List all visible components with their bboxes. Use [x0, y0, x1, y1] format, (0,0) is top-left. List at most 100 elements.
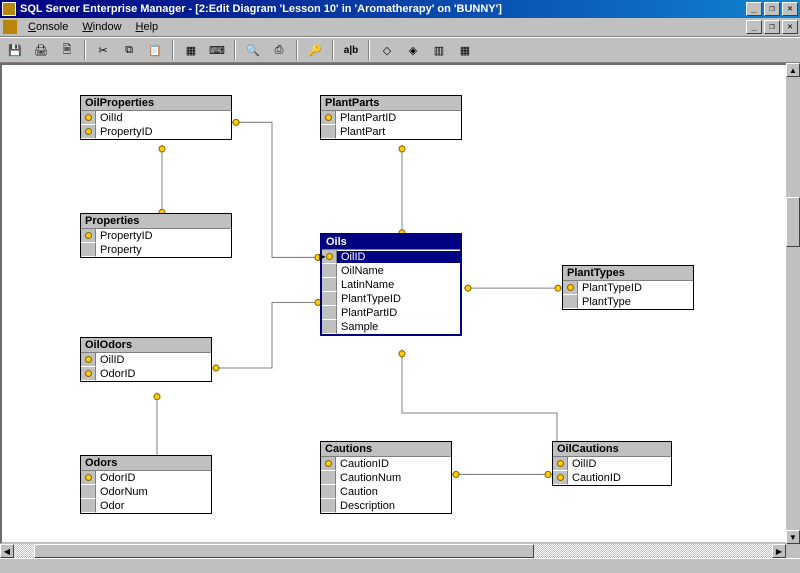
- vertical-scrollbar[interactable]: ▲ ▼: [786, 63, 800, 544]
- table-column-row[interactable]: OilID: [553, 457, 671, 471]
- primary-key-icon: [321, 111, 336, 125]
- cut-button[interactable]: ✂: [92, 40, 114, 61]
- table-column-row[interactable]: OilID: [322, 250, 460, 264]
- table-column-row[interactable]: CautionNum: [321, 471, 451, 485]
- minimize-button[interactable]: _: [746, 2, 762, 16]
- app-icon: [2, 2, 16, 16]
- table-planttypes[interactable]: PlantTypesPlantTypeIDPlantType: [562, 265, 694, 310]
- table-column-row[interactable]: OilId: [81, 111, 231, 125]
- table-column-row[interactable]: PlantPart: [321, 125, 461, 139]
- table-properties[interactable]: PropertiesPropertyIDProperty: [80, 213, 232, 258]
- table-column-row[interactable]: OilName: [322, 264, 460, 278]
- table-header[interactable]: OilOdors: [81, 338, 211, 353]
- table-cautions[interactable]: CautionsCautionIDCautionNumCautionDescri…: [320, 441, 452, 514]
- table-oils[interactable]: OilsOilIDOilNameLatinNamePlantTypeID Plan…: [320, 233, 462, 336]
- column-icon: [322, 306, 337, 320]
- scroll-track-h[interactable]: [14, 544, 772, 558]
- primary-key-icon: [81, 125, 96, 139]
- column-name: OilID: [96, 354, 211, 366]
- table-column-row[interactable]: PlantPartID: [321, 111, 461, 125]
- table-column-row[interactable]: OilID: [81, 353, 211, 367]
- table-column-row[interactable]: OdorID: [81, 471, 211, 485]
- table-column-row[interactable]: Odor: [81, 499, 211, 513]
- save-button[interactable]: 💾: [4, 40, 26, 61]
- table-column-row[interactable]: Property: [81, 243, 231, 257]
- properties-button[interactable]: ⌨: [206, 40, 228, 61]
- print-button[interactable]: 🖨: [30, 40, 52, 61]
- scroll-up-button[interactable]: ▲: [786, 63, 800, 77]
- table-column-row[interactable]: LatinName: [322, 278, 460, 292]
- table-header[interactable]: PlantTypes: [563, 266, 693, 281]
- text-annotation-button[interactable]: a|b: [340, 40, 362, 61]
- zoom-button[interactable]: 🔍: [242, 40, 264, 61]
- column-name: OdorID: [96, 472, 211, 484]
- column-name: PlantTypeID: [337, 293, 460, 305]
- mdi-minimize-button[interactable]: _: [746, 20, 762, 34]
- separator: [172, 40, 174, 60]
- column-name: OilName: [337, 265, 460, 277]
- table-view-button[interactable]: ◈: [402, 40, 424, 61]
- table-column-row[interactable]: PlantType: [563, 295, 693, 309]
- menu-window[interactable]: Window: [75, 19, 128, 35]
- diagram-canvas-wrap: OilPropertiesOilIdPropertyIDPropertiesPr…: [0, 63, 800, 544]
- table-header[interactable]: OilCautions: [553, 442, 671, 457]
- grid-button[interactable]: ▦: [454, 40, 476, 61]
- scroll-down-button[interactable]: ▼: [786, 530, 800, 544]
- diagram-canvas[interactable]: OilPropertiesOilIdPropertyIDPropertiesPr…: [2, 65, 798, 542]
- table-oilcautions[interactable]: OilCautionsOilIDCautionID: [552, 441, 672, 486]
- page-break-button[interactable]: ⎙: [268, 40, 290, 61]
- primary-key-button[interactable]: 🔑: [304, 40, 326, 61]
- new-table-button[interactable]: ▦: [180, 40, 202, 61]
- table-column-row[interactable]: OdorID: [81, 367, 211, 381]
- horizontal-scrollbar[interactable]: ◀ ▶: [0, 544, 786, 558]
- table-column-row[interactable]: PlantTypeID: [563, 281, 693, 295]
- scroll-thumb-h[interactable]: [34, 544, 534, 558]
- table-header[interactable]: Oils: [322, 235, 460, 250]
- separator: [84, 40, 86, 60]
- primary-key-icon: [322, 250, 337, 264]
- table-column-row[interactable]: CautionID: [553, 471, 671, 485]
- table-oilodors[interactable]: OilOdorsOilIDOdorID: [80, 337, 212, 382]
- column-name: OdorNum: [96, 486, 211, 498]
- menu-app-icon[interactable]: [3, 20, 17, 34]
- copy-button[interactable]: ⧉: [118, 40, 140, 61]
- separator: [332, 40, 334, 60]
- table-column-row[interactable]: PropertyID: [81, 125, 231, 139]
- status-bar: [0, 558, 800, 573]
- scroll-thumb-v[interactable]: [786, 197, 800, 247]
- window-title: SQL Server Enterprise Manager - [2:Edit …: [20, 3, 746, 15]
- scroll-left-button[interactable]: ◀: [0, 544, 14, 558]
- primary-key-icon: [563, 281, 578, 295]
- table-column-row[interactable]: OdorNum: [81, 485, 211, 499]
- mdi-restore-button[interactable]: ❐: [764, 20, 780, 34]
- table-plantparts[interactable]: PlantPartsPlantPartIDPlantPart: [320, 95, 462, 140]
- paste-button[interactable]: 📋: [144, 40, 166, 61]
- table-column-row[interactable]: CautionID: [321, 457, 451, 471]
- mdi-close-button[interactable]: ✕: [782, 20, 798, 34]
- menu-help[interactable]: Help: [129, 19, 166, 35]
- column-name: PlantPartID: [337, 307, 460, 319]
- arrange-button[interactable]: ▥: [428, 40, 450, 61]
- table-column-row[interactable]: PropertyID: [81, 229, 231, 243]
- table-header[interactable]: Properties: [81, 214, 231, 229]
- maximize-button[interactable]: ❐: [764, 2, 780, 16]
- print-preview-button[interactable]: 🗎: [56, 40, 78, 61]
- close-button[interactable]: ✕: [782, 2, 798, 16]
- table-column-row[interactable]: PlantPartID: [322, 306, 460, 320]
- table-column-row[interactable]: Description: [321, 499, 451, 513]
- column-name: Description: [336, 500, 451, 512]
- table-oilproperties[interactable]: OilPropertiesOilIdPropertyID: [80, 95, 232, 140]
- table-column-row[interactable]: Caution: [321, 485, 451, 499]
- table-column-row[interactable]: PlantTypeID: [322, 292, 460, 306]
- column-icon: [321, 471, 336, 485]
- menu-console[interactable]: Console: [21, 19, 75, 35]
- scroll-right-button[interactable]: ▶: [772, 544, 786, 558]
- table-header[interactable]: OilProperties: [81, 96, 231, 111]
- column-name: CautionID: [568, 472, 671, 484]
- table-header[interactable]: PlantParts: [321, 96, 461, 111]
- table-odors[interactable]: OdorsOdorID OdorNumOdor: [80, 455, 212, 514]
- show-relationships-button[interactable]: ◇: [376, 40, 398, 61]
- table-column-row[interactable]: Sample: [322, 320, 460, 334]
- table-header[interactable]: Cautions: [321, 442, 451, 457]
- table-header[interactable]: Odors: [81, 456, 211, 471]
